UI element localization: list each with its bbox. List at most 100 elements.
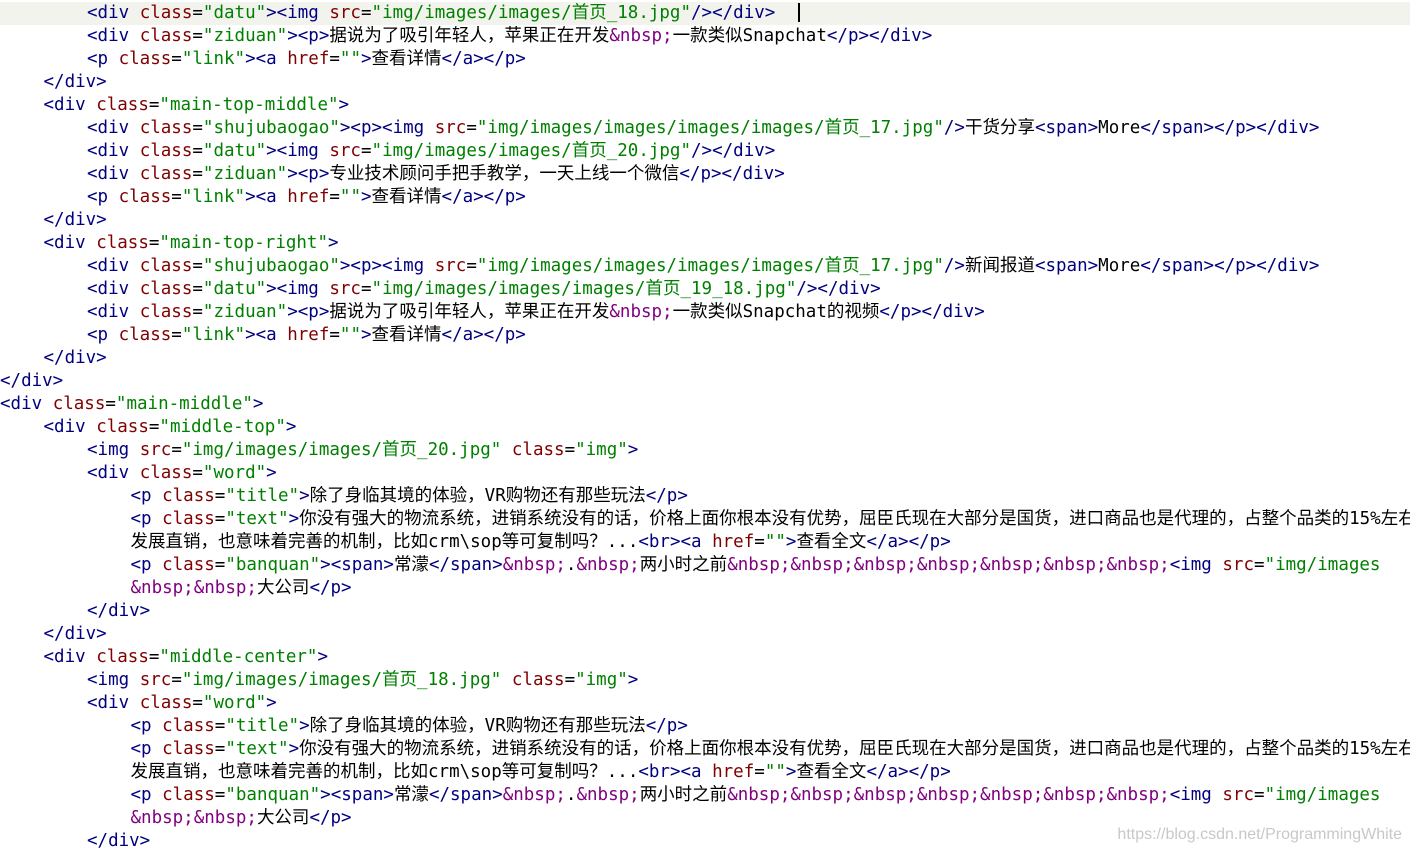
code-token: = [360,3,372,23]
code-token: <p [87,325,109,345]
code-line: <div class="middle-center"> [0,646,329,669]
code-token: class [129,256,193,276]
code-token: = [214,509,226,529]
code-token: . [565,785,577,805]
code-token: = [466,118,477,138]
code-token: = [360,141,372,161]
code-token: "img/images/images/images/images/首页_17.j… [476,118,944,138]
code-line: <p class="title">除了身临其境的体验，VR购物还有那些玩法</p… [0,485,688,508]
code-line: </div> [0,623,107,646]
code-token: "main-top-right" [159,233,328,253]
code-line: <div class="ziduan"><p>据说为了吸引年轻人，苹果正在开发&… [0,25,932,48]
code-token: 你没有强大的物流系统，进销系统没有的话，价格上面你根本没有优势，屈臣氏现在大部分… [299,509,1410,529]
code-token: class [129,164,193,184]
code-token: &nbsp; [576,555,640,575]
code-token: = [148,233,160,253]
code-token: 查看详情 [371,325,442,345]
code-token: <p [87,49,109,69]
code-token: = [192,463,203,483]
code-token: "datu" [202,279,267,299]
code-token: = [754,762,765,782]
code-token: src [129,670,172,690]
code-token: 两小时之前 [639,785,728,805]
code-token: 据说为了吸引年轻人，苹果正在开发 [329,302,610,322]
code-line: </div> [0,209,107,232]
code-token: <p [130,739,152,759]
code-token: = [214,739,226,759]
code-token: <div [87,141,130,161]
code-token: <span> [1034,256,1099,276]
code-token: = [192,279,203,299]
code-token: href [701,762,755,782]
code-token: <br><a [638,532,702,552]
code-token: > [785,762,797,782]
code-token: 一款类似Snapchat的视频 [672,302,880,322]
code-token: href [276,49,330,69]
code-token: "img/images/images/首页_18.jpg" [181,670,502,690]
code-token: class [129,26,193,46]
code-token: <br><a [638,762,702,782]
code-line: <div class="word"> [0,462,277,485]
code-token: "ziduan" [202,302,288,322]
code-token: <div [43,233,86,253]
code-token: ><p><img [339,118,425,138]
code-token: href [701,532,755,552]
code-token: 两小时之前 [639,555,728,575]
code-token: src [318,141,361,161]
code-token: "" [764,762,786,782]
code-token: "img/images/images/首页_18.jpg" [371,3,692,23]
code-token: <p [87,187,109,207]
code-line: <p class="link"><a href="">查看详情</a></p> [0,48,526,71]
code-token: /></div> [691,141,776,161]
code-token: = [171,187,182,207]
code-token: > [627,440,639,460]
code-token: = [329,49,340,69]
code-token: "img/images [1264,555,1381,575]
code-token: </div> [43,72,107,92]
code-editor[interactable]: <div class="datu"><img src="img/images/i… [0,0,1410,852]
code-token: ><a [245,187,277,207]
code-token: "img" [575,440,628,460]
code-token: <p [130,486,152,506]
code-token: 发展直销，也意味着完善的机制，比如crm\sop等可复制吗？... [130,532,639,552]
code-line: </div> [0,600,150,623]
code-token: 除了身临其境的体验，VR购物还有那些玩法 [309,486,646,506]
code-token: class [42,394,106,414]
code-token: href [276,187,330,207]
code-token: = [192,302,203,322]
code-token: = [171,670,182,690]
code-token: class [108,187,172,207]
code-token: = [192,256,203,276]
code-token: "ziduan" [202,164,288,184]
code-token: = [1254,555,1265,575]
code-line: <p class="banquan"><span>常濛</span>&nbsp;… [0,554,1381,577]
code-token: 查看全文 [796,532,867,552]
code-token: <img [1169,555,1212,575]
code-token: = [192,693,203,713]
code-token: <div [0,394,43,414]
code-token: "link" [181,49,246,69]
code-token: class [85,647,149,667]
code-token: ><p> [287,26,330,46]
code-token: </a></p> [441,187,526,207]
code-token: </p></div> [679,164,785,184]
code-token: </a></p> [866,762,951,782]
code-token: </div> [43,348,107,368]
code-token: ><span> [320,555,394,575]
code-token: <p [130,555,152,575]
code-token: </p> [309,808,352,828]
code-token: <span> [1034,118,1099,138]
code-line: <div class="ziduan"><p>据说为了吸引年轻人，苹果正在开发&… [0,301,985,324]
code-token: "main-middle" [115,394,253,414]
code-token: class [151,739,215,759]
code-token: > [317,647,329,667]
code-line: <div class="datu"><img src="img/images/i… [0,278,881,301]
code-token: "img/images/images/首页_20.jpg" [371,141,692,161]
code-token: "title" [225,716,300,736]
code-line: </div> [0,71,107,94]
code-token: &nbsp;&nbsp;&nbsp;&nbsp;&nbsp;&nbsp;&nbs… [727,555,1170,575]
code-line: <div class="datu"><img src="img/images/i… [0,2,1410,25]
code-token: > [288,739,300,759]
code-line: <div class="main-top-right"> [0,232,339,255]
code-token: More [1098,256,1141,276]
